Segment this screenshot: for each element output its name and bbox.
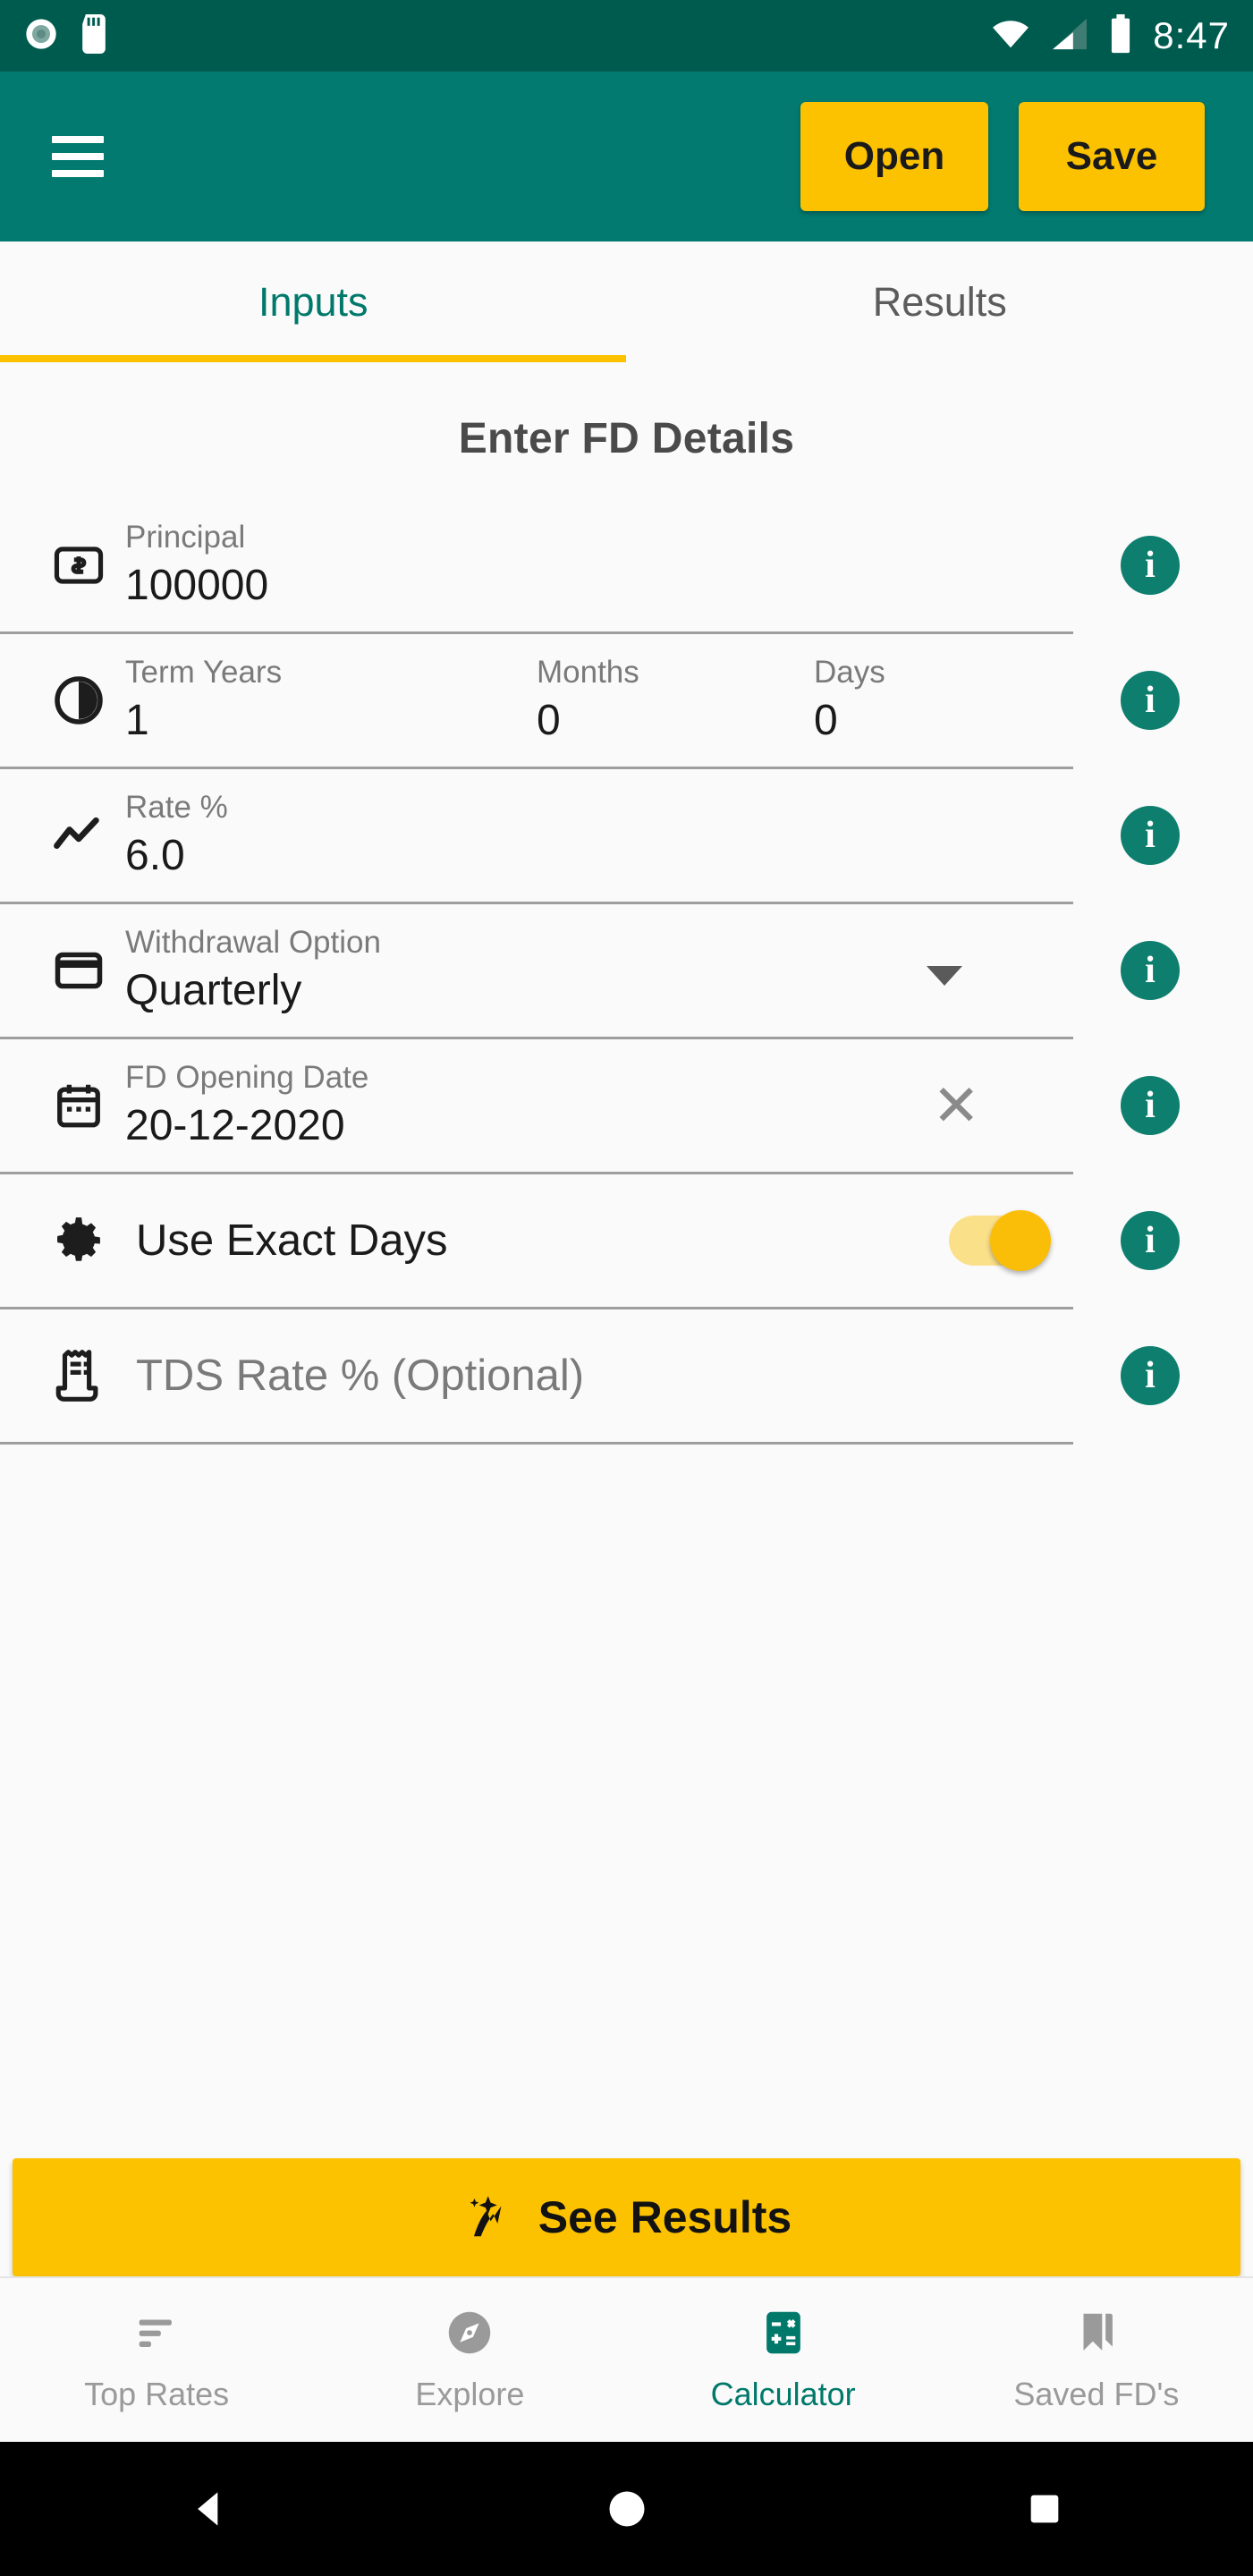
gear-icon xyxy=(32,1213,125,1268)
open-button[interactable]: Open xyxy=(800,102,988,211)
tds-field-body: TDS Rate % (Optional) xyxy=(125,1351,1253,1401)
hamburger-menu-icon[interactable] xyxy=(52,136,104,177)
info-icon[interactable]: i xyxy=(1121,1211,1180,1270)
row-rate[interactable]: Rate % 6.0 i xyxy=(0,769,1253,902)
rate-input[interactable]: 6.0 xyxy=(125,831,228,880)
bottom-navigation: Top Rates Explore Calculator Saved FD's xyxy=(0,2276,1253,2442)
status-bar-clock: 8:47 xyxy=(1153,14,1230,56)
recents-square-icon[interactable] xyxy=(835,2488,1253,2529)
nav-label-top-rates: Top Rates xyxy=(84,2376,230,2412)
tds-rate-input[interactable]: TDS Rate % (Optional) xyxy=(125,1351,584,1401)
withdrawal-selected-value[interactable]: Quarterly xyxy=(125,966,381,1015)
tab-active-indicator xyxy=(0,355,626,362)
principal-field[interactable]: Principal 100000 xyxy=(125,521,268,610)
tab-inputs[interactable]: Inputs xyxy=(0,242,627,362)
term-months-input[interactable]: 0 xyxy=(537,696,814,745)
nav-label-saved-fds: Saved FD's xyxy=(1013,2376,1180,2412)
principal-field-body: Principal 100000 xyxy=(125,521,1253,610)
nav-item-calculator[interactable]: Calculator xyxy=(627,2278,940,2442)
rate-field-body: Rate % 6.0 xyxy=(125,791,1253,880)
toggle-knob xyxy=(990,1210,1051,1271)
principal-input[interactable]: 100000 xyxy=(125,561,268,610)
row-term[interactable]: Term Years 1 Months 0 Days 0 i xyxy=(0,634,1253,767)
fd-opening-date-label: FD Opening Date xyxy=(125,1060,369,1096)
term-days-label: Days xyxy=(814,655,885,691)
close-icon[interactable]: ✕ xyxy=(932,1077,980,1134)
battery-icon xyxy=(1108,13,1133,58)
trend-line-icon xyxy=(32,808,125,863)
term-months-field[interactable]: Months 0 xyxy=(537,656,814,745)
tab-bar: Inputs Results xyxy=(0,242,1253,362)
date-field-body: FD Opening Date 20-12-2020 xyxy=(125,1061,1253,1150)
status-bar-left-icons xyxy=(23,13,109,58)
withdrawal-label: Withdrawal Option xyxy=(125,925,381,961)
save-button[interactable]: Save xyxy=(1019,102,1205,211)
row-principal[interactable]: Principal 100000 i xyxy=(0,499,1253,631)
use-exact-days-toggle[interactable] xyxy=(949,1210,1051,1271)
see-results-button[interactable]: See Results xyxy=(13,2158,1240,2276)
clock-half-icon xyxy=(32,674,125,727)
credit-card-icon xyxy=(32,944,125,997)
sparkle-trend-icon xyxy=(461,2189,517,2247)
sd-card-icon xyxy=(79,13,109,58)
fd-opening-date-field[interactable]: FD Opening Date 20-12-2020 xyxy=(125,1061,368,1150)
bookmark-icon xyxy=(1071,2307,1122,2363)
nav-item-saved-fds[interactable]: Saved FD's xyxy=(940,2278,1253,2442)
divider xyxy=(0,1442,1073,1445)
info-icon[interactable]: i xyxy=(1121,1076,1180,1135)
term-days-field[interactable]: Days 0 xyxy=(814,656,885,745)
row-fd-opening-date[interactable]: FD Opening Date 20-12-2020 ✕ i xyxy=(0,1039,1253,1172)
record-circle-icon xyxy=(23,16,59,56)
receipt-icon xyxy=(32,1348,125,1403)
nav-item-explore[interactable]: Explore xyxy=(313,2278,626,2442)
info-icon[interactable]: i xyxy=(1121,806,1180,865)
wifi-icon xyxy=(990,17,1031,55)
cellular-signal-icon xyxy=(1051,17,1088,55)
page-title: Enter FD Details xyxy=(458,415,795,462)
chevron-down-icon[interactable] xyxy=(927,965,962,986)
info-icon[interactable]: i xyxy=(1121,1346,1180,1405)
row-withdrawal-option[interactable]: Withdrawal Option Quarterly i xyxy=(0,904,1253,1037)
tab-results[interactable]: Results xyxy=(627,242,1253,362)
money-note-icon xyxy=(32,538,125,593)
app-screen: 8:47 Open Save Inputs Results Enter FD D… xyxy=(0,0,1253,2576)
withdrawal-field-body: Withdrawal Option Quarterly xyxy=(125,926,1253,1015)
rate-label: Rate % xyxy=(125,790,228,826)
status-bar-right-icons: 8:47 xyxy=(990,13,1230,58)
home-circle-icon[interactable] xyxy=(418,2486,835,2532)
row-tds-rate[interactable]: TDS Rate % (Optional) i xyxy=(0,1309,1253,1442)
bars-list-icon xyxy=(131,2307,182,2363)
app-bar-actions: Open Save xyxy=(800,102,1226,211)
nav-label-calculator: Calculator xyxy=(710,2376,856,2412)
info-icon[interactable]: i xyxy=(1121,671,1180,730)
term-field-body: Term Years 1 Months 0 Days 0 xyxy=(125,656,1253,745)
info-icon[interactable]: i xyxy=(1121,941,1180,1000)
status-bar: 8:47 xyxy=(0,0,1253,72)
android-navigation-bar xyxy=(0,2442,1253,2576)
calculator-icon xyxy=(758,2307,809,2363)
info-icon[interactable]: i xyxy=(1121,536,1180,595)
compass-icon xyxy=(444,2307,495,2363)
term-years-label: Term Years xyxy=(125,655,283,691)
see-results-label: See Results xyxy=(538,2192,792,2242)
term-days-input[interactable]: 0 xyxy=(814,696,885,745)
app-bar: Open Save xyxy=(0,72,1253,242)
nav-item-top-rates[interactable]: Top Rates xyxy=(0,2278,313,2442)
calendar-icon xyxy=(32,1080,125,1131)
nav-label-explore: Explore xyxy=(415,2376,525,2412)
fd-opening-date-input[interactable]: 20-12-2020 xyxy=(125,1101,368,1150)
term-months-label: Months xyxy=(537,655,639,691)
use-exact-days-label: Use Exact Days xyxy=(136,1216,448,1265)
term-years-field[interactable]: Term Years 1 xyxy=(125,656,537,745)
row-use-exact-days[interactable]: Use Exact Days i xyxy=(0,1174,1253,1307)
term-years-input[interactable]: 1 xyxy=(125,696,537,745)
withdrawal-field[interactable]: Withdrawal Option Quarterly xyxy=(125,926,381,1015)
back-triangle-icon[interactable] xyxy=(0,2484,418,2534)
exact-days-body: Use Exact Days xyxy=(125,1216,1253,1266)
principal-label: Principal xyxy=(125,520,246,555)
rate-field[interactable]: Rate % 6.0 xyxy=(125,791,228,880)
